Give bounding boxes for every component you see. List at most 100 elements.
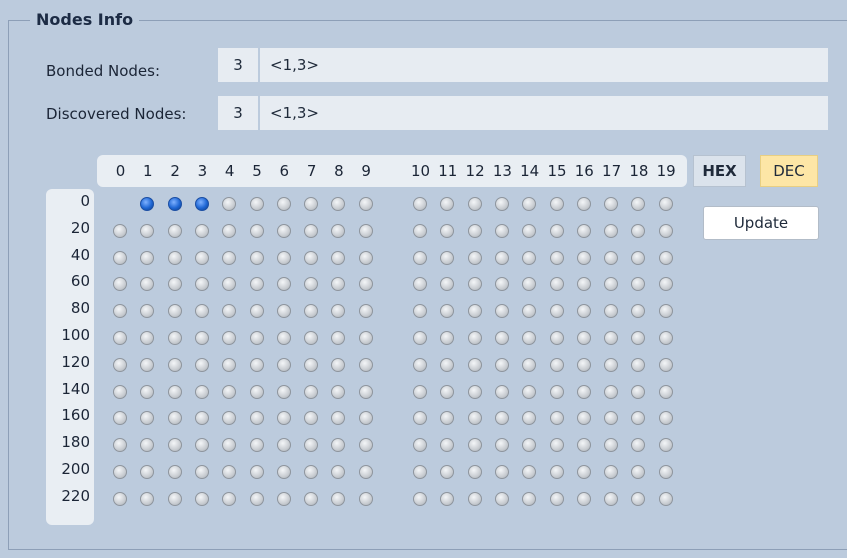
update-button[interactable]: Update <box>703 206 819 240</box>
column-header-14: 14 <box>520 162 540 180</box>
node-led-32 <box>467 223 482 238</box>
node-led-79 <box>658 277 673 292</box>
column-header-13: 13 <box>492 162 512 180</box>
node-led-216 <box>576 465 591 479</box>
node-led-142 <box>167 384 182 399</box>
bonded-nodes-label: Bonded Nodes: <box>46 62 161 80</box>
node-led-143 <box>194 384 209 399</box>
node-led-34 <box>522 223 537 238</box>
node-led-202 <box>167 465 182 479</box>
row-header-0: 0 <box>80 192 90 210</box>
column-header-19: 19 <box>656 162 676 180</box>
node-led-53 <box>494 250 509 265</box>
node-led-22 <box>167 223 182 238</box>
node-led-137 <box>604 357 619 372</box>
node-led-185 <box>249 438 264 453</box>
hex-button[interactable]: HEX <box>693 155 746 187</box>
node-led-140 <box>113 384 127 399</box>
node-led-56 <box>576 250 591 265</box>
node-led-233 <box>494 491 509 506</box>
row-header-140: 140 <box>61 379 90 398</box>
node-led-134 <box>522 357 537 372</box>
node-led-36 <box>576 223 591 238</box>
node-led-135 <box>549 357 564 372</box>
column-header-8: 8 <box>334 162 344 180</box>
node-led-210 <box>413 465 427 479</box>
column-header-15: 15 <box>547 162 567 180</box>
node-led-26 <box>276 223 291 238</box>
node-led-50 <box>413 250 427 265</box>
node-led-37 <box>604 223 619 238</box>
node-led-30 <box>413 223 427 238</box>
node-led-115 <box>549 331 564 345</box>
node-led-17 <box>604 197 619 211</box>
node-led-103 <box>194 331 209 345</box>
node-led-149 <box>358 384 373 399</box>
node-led-236 <box>576 491 591 506</box>
node-led-124 <box>222 357 237 372</box>
column-header-6: 6 <box>279 162 290 180</box>
node-led-113 <box>494 331 509 345</box>
node-led-75 <box>549 277 564 292</box>
node-led-132 <box>467 357 482 372</box>
node-led-57 <box>604 250 619 265</box>
row-header-100: 100 <box>61 326 90 344</box>
node-led-154 <box>522 384 537 399</box>
node-led-52 <box>467 250 482 265</box>
node-led-165 <box>249 411 264 426</box>
node-led-232 <box>467 491 482 506</box>
node-led-196 <box>576 438 591 453</box>
node-led-116 <box>576 331 591 345</box>
node-led-155 <box>549 384 564 399</box>
node-led-99 <box>658 304 673 319</box>
dec-button[interactable]: DEC <box>760 155 818 187</box>
node-led-139 <box>658 357 673 372</box>
node-led-24 <box>222 223 237 238</box>
node-led-169 <box>358 411 373 426</box>
node-led-152 <box>467 384 482 399</box>
node-led-146 <box>276 384 291 399</box>
node-led-157 <box>604 384 619 399</box>
column-header-17: 17 <box>602 162 622 180</box>
node-led-45 <box>249 250 264 265</box>
discovered-nodes-label: Discovered Nodes: <box>46 105 187 123</box>
node-led-127 <box>304 357 319 372</box>
node-led-102 <box>167 331 182 345</box>
node-led-153 <box>494 384 509 399</box>
node-led-199 <box>658 438 673 453</box>
node-led-27 <box>304 223 319 238</box>
column-header-12: 12 <box>465 162 485 180</box>
node-led-237 <box>604 491 619 506</box>
node-led-182 <box>167 438 182 453</box>
group-title: Nodes Info <box>30 10 140 29</box>
column-header-16: 16 <box>574 162 594 180</box>
node-led-215 <box>549 465 564 479</box>
node-led-150 <box>413 384 427 399</box>
node-led-33 <box>494 223 509 238</box>
row-header-60: 60 <box>70 272 90 291</box>
node-led-119 <box>658 331 673 345</box>
node-led-6 <box>276 197 291 211</box>
node-led-120 <box>113 357 127 372</box>
node-led-235 <box>549 491 564 506</box>
node-led-9 <box>358 197 373 211</box>
row-header-200: 200 <box>61 460 90 478</box>
column-header-18: 18 <box>629 162 649 180</box>
node-led-189 <box>358 438 373 453</box>
column-header-4: 4 <box>224 162 235 180</box>
node-led-158 <box>631 384 646 399</box>
node-led-221 <box>140 491 155 506</box>
node-led-112 <box>467 331 482 345</box>
node-led-44 <box>222 250 237 265</box>
node-led-217 <box>604 465 619 479</box>
bonded-list-field: <1,3> <box>260 48 828 82</box>
node-led-192 <box>467 438 482 453</box>
node-led-212 <box>467 465 482 479</box>
row-header-180: 180 <box>61 433 90 452</box>
node-led-162 <box>167 411 182 426</box>
discovered-count-field: 3 <box>218 96 258 130</box>
node-led-55 <box>549 250 564 265</box>
node-led-203 <box>194 465 209 479</box>
node-led-209 <box>358 465 373 479</box>
node-led-230 <box>413 491 427 506</box>
